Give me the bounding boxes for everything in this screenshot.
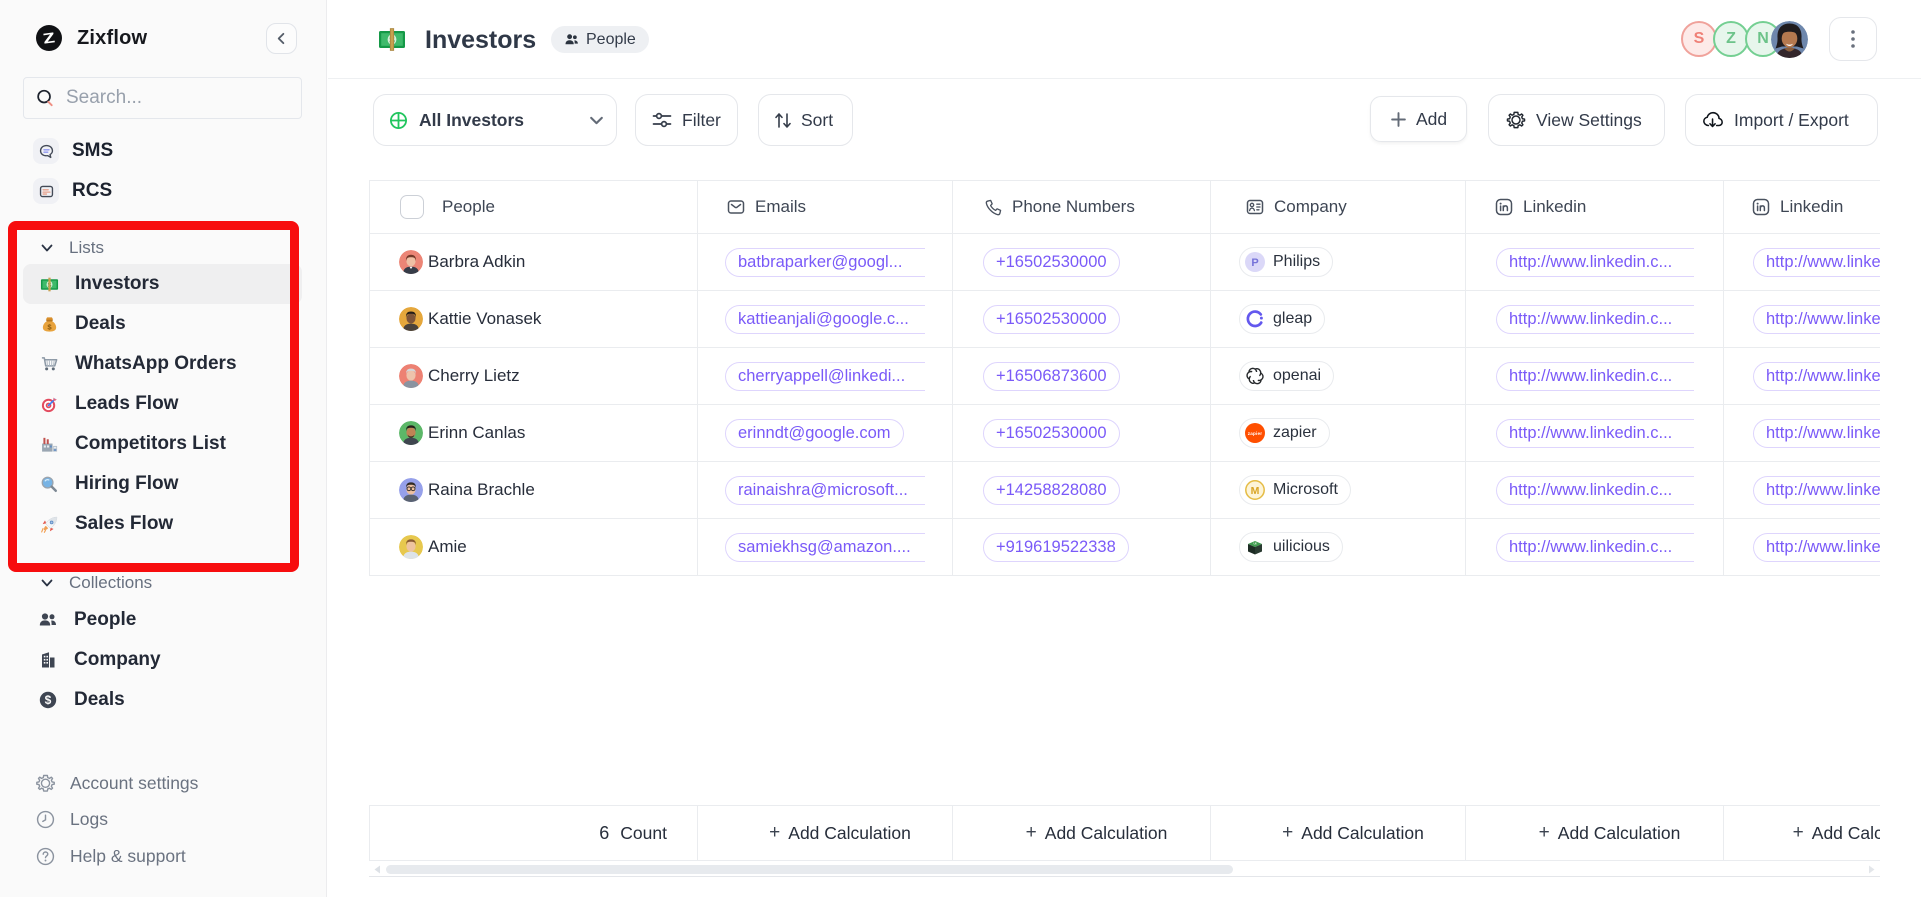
svg-text:$: $: [45, 693, 52, 707]
svg-text:zapier: zapier: [1248, 431, 1262, 436]
svg-text:M: M: [1251, 485, 1260, 497]
svg-text:P: P: [1251, 257, 1258, 269]
svg-text:UI: UI: [1254, 542, 1257, 546]
